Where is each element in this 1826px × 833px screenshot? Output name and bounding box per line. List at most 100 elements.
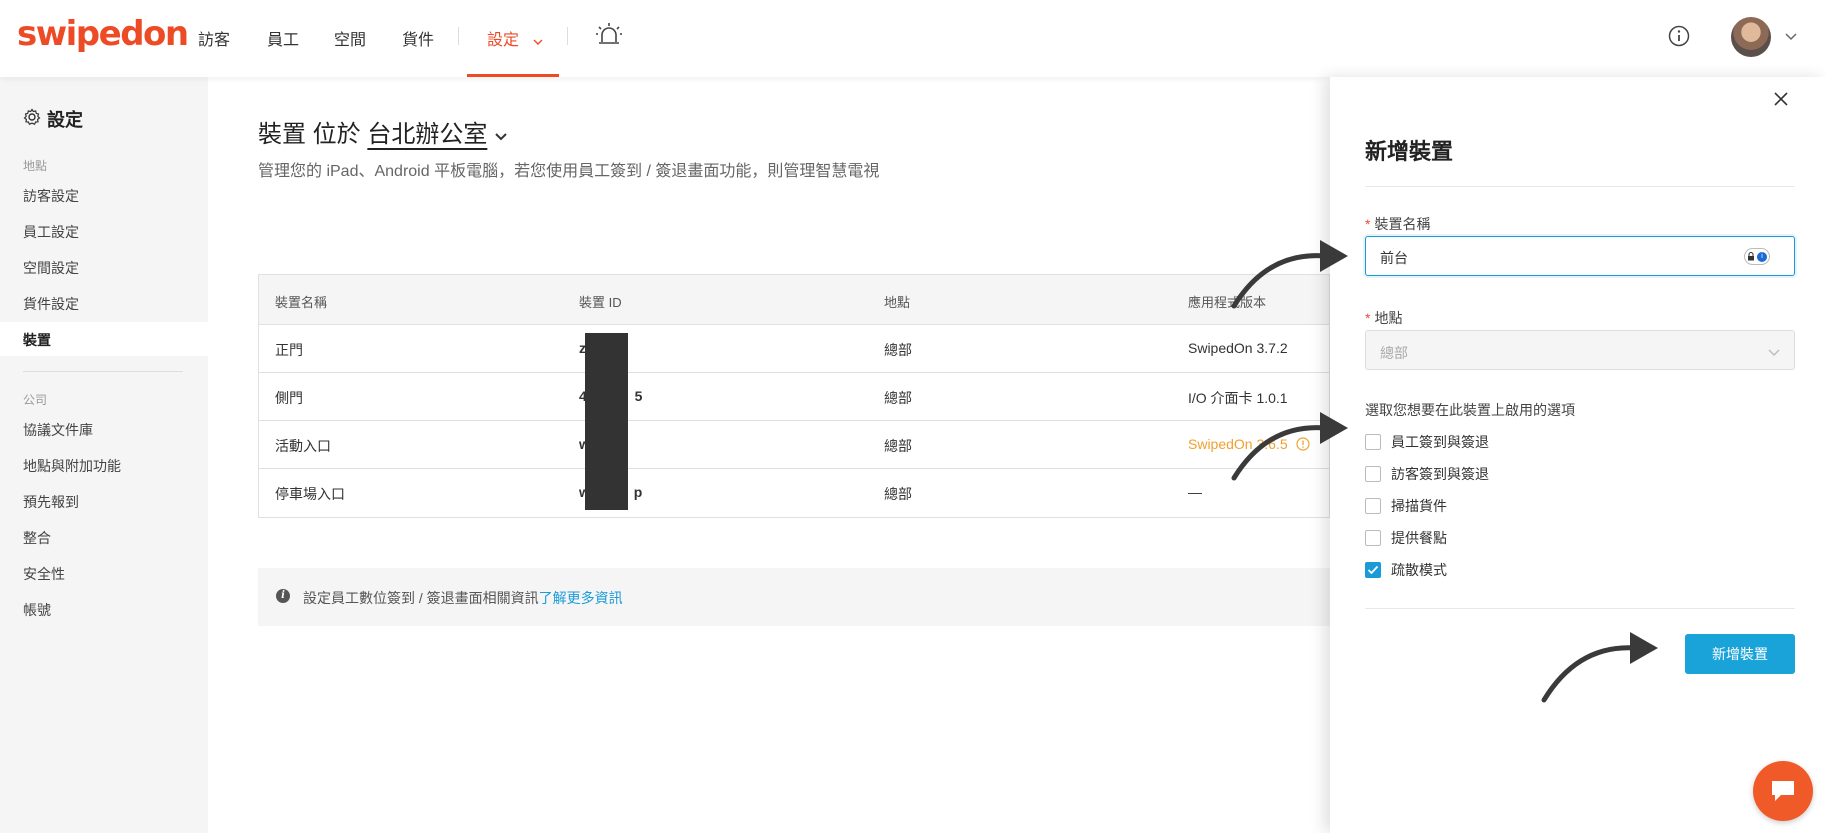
nav-settings-label: 設定 <box>487 32 520 49</box>
required-marker: * <box>1365 216 1371 232</box>
sidebar-item-employee-settings[interactable]: 員工設定 <box>23 222 79 242</box>
option-label: 訪客簽到與簽退 <box>1391 466 1489 482</box>
sidebar-item-pre-registration[interactable]: 預先報到 <box>23 492 79 512</box>
redaction-block <box>585 333 628 510</box>
sidebar-item-account[interactable]: 帳號 <box>23 600 51 620</box>
table-row[interactable]: 側門 4 5 總部 I/O 介面卡 1.0.1 <box>259 373 1329 421</box>
sidebar-divider <box>23 371 183 372</box>
swipedon-logo[interactable]: swipedon <box>17 14 189 54</box>
option-label: 掃描貨件 <box>1391 498 1447 514</box>
nav-deliveries[interactable]: 貨件 <box>402 26 434 50</box>
column-header-device-id: 裝置 ID <box>579 295 622 310</box>
table-row[interactable]: 停車場入口 w p 總部 — <box>259 469 1329 517</box>
checkbox-checked[interactable] <box>1365 562 1381 578</box>
location-cell: 總部 <box>884 390 912 406</box>
location-label: * 地點 <box>1365 308 1402 328</box>
sidebar-item-devices[interactable]: 裝置 <box>23 330 51 350</box>
add-device-button[interactable]: 新增裝置 <box>1685 634 1795 674</box>
devices-table: 裝置名稱 裝置 ID 地點 應用程式版本 正門 z 總部 SwipedOn 3.… <box>258 274 1330 518</box>
annotation-arrow <box>1228 236 1350 315</box>
drawer-divider <box>1365 608 1795 609</box>
nav-visitors[interactable]: 訪客 <box>198 26 230 50</box>
option-scan-deliveries[interactable]: 掃描貨件 <box>1365 496 1447 516</box>
device-name-label: * 裝置名稱 <box>1365 214 1430 234</box>
info-icon[interactable] <box>1668 25 1690 52</box>
option-catering[interactable]: 提供餐點 <box>1365 528 1447 548</box>
sidebar-item-integrations[interactable]: 整合 <box>23 528 51 548</box>
chevron-down-icon[interactable] <box>494 121 508 148</box>
annotation-arrow <box>1228 408 1350 487</box>
nav-divider <box>567 27 568 45</box>
location-select[interactable]: 總部 <box>1365 330 1795 370</box>
device-name-value: 前台 <box>1380 250 1408 266</box>
chevron-down-icon <box>1768 344 1780 362</box>
sidebar-title: 設定 <box>23 106 83 132</box>
option-label: 提供餐點 <box>1391 530 1447 546</box>
top-navbar: swipedon 訪客 員工 空間 貨件 設定 <box>0 0 1826 77</box>
page-description: 管理您的 iPad、Android 平板電腦，若您使用員工簽到 / 簽退畫面功能… <box>258 163 880 180</box>
device-name-cell: 停車場入口 <box>275 486 345 502</box>
location-cell: 總部 <box>884 438 912 454</box>
column-header-location: 地點 <box>884 295 911 310</box>
nav-active-underline <box>467 74 559 77</box>
close-icon[interactable] <box>1773 91 1789 112</box>
nav-spaces[interactable]: 空間 <box>334 26 366 50</box>
location-cell: 總部 <box>884 342 912 358</box>
sidebar-item-agreement-library[interactable]: 協議文件庫 <box>23 420 93 440</box>
sidebar-section-location: 地點 <box>23 159 48 173</box>
user-avatar[interactable] <box>1731 17 1771 57</box>
device-name-cell: 側門 <box>275 390 303 406</box>
option-label: 員工簽到與簽退 <box>1391 434 1489 450</box>
table-row[interactable]: 正門 z 總部 SwipedOn 3.7.2 <box>259 325 1329 373</box>
location-label-text: 地點 <box>1374 310 1403 326</box>
table-header: 裝置名稱 裝置 ID 地點 應用程式版本 <box>259 275 1329 325</box>
location-selector[interactable]: 台北辦公室 <box>367 121 487 148</box>
device-name-cell: 正門 <box>275 342 303 358</box>
sidebar-item-visitor-settings[interactable]: 訪客設定 <box>23 186 79 206</box>
info-banner-message: 設定員工數位簽到 / 簽退畫面相關資訊 <box>303 590 539 606</box>
column-header-device-name: 裝置名稱 <box>275 295 328 310</box>
option-label: 疏散模式 <box>1391 562 1447 578</box>
checkbox[interactable] <box>1365 466 1381 482</box>
app-version-cell: I/O 介面卡 1.0.1 <box>1188 390 1288 406</box>
option-visitor-sign-in[interactable]: 訪客簽到與簽退 <box>1365 464 1489 484</box>
device-name-cell: 活動入口 <box>275 438 331 454</box>
drawer-title: 新增裝置 <box>1365 139 1454 164</box>
location-select-value: 總部 <box>1380 345 1408 361</box>
gear-icon <box>23 107 41 131</box>
nav-divider <box>458 27 459 45</box>
chevron-down-icon[interactable] <box>1785 28 1797 46</box>
page-title-prefix: 裝置 位於 <box>258 121 361 148</box>
alarm-light-icon[interactable] <box>596 22 622 51</box>
device-name-label-text: 裝置名稱 <box>1374 216 1431 232</box>
sidebar-section-company: 公司 <box>23 393 48 407</box>
app-version-cell: SwipedOn 3.7.2 <box>1188 340 1288 356</box>
chat-icon[interactable] <box>1753 761 1813 821</box>
annotation-arrow <box>1538 626 1660 709</box>
drawer-divider <box>1365 186 1795 187</box>
password-manager-icon[interactable]: i <box>1744 248 1770 265</box>
app-version-cell: — <box>1188 484 1202 500</box>
learn-more-link[interactable]: 了解更多資訊 <box>539 590 623 606</box>
sidebar-item-space-settings[interactable]: 空間設定 <box>23 258 79 278</box>
page-title: 裝置 位於 台北辦公室 <box>258 114 508 149</box>
device-name-input[interactable]: 前台 i <box>1365 236 1795 276</box>
checkbox[interactable] <box>1365 498 1381 514</box>
option-employee-sign-in[interactable]: 員工簽到與簽退 <box>1365 432 1489 452</box>
option-evacuation-mode[interactable]: 疏散模式 <box>1365 560 1447 580</box>
nav-settings[interactable]: 設定 <box>487 26 543 50</box>
options-label: 選取您想要在此裝置上啟用的選項 <box>1365 402 1575 418</box>
info-icon: i <box>276 589 290 603</box>
sidebar-item-delivery-settings[interactable]: 貨件設定 <box>23 294 79 314</box>
sidebar-item-locations-addons[interactable]: 地點與附加功能 <box>23 456 121 476</box>
sidebar-item-security[interactable]: 安全性 <box>23 564 65 584</box>
add-device-drawer <box>1330 77 1826 833</box>
nav-employees[interactable]: 員工 <box>267 26 299 50</box>
checkbox[interactable] <box>1365 530 1381 546</box>
info-banner: i 設定員工數位簽到 / 簽退畫面相關資訊了解更多資訊 <box>258 568 1330 626</box>
chevron-down-icon <box>533 34 543 48</box>
sidebar-title-label: 設定 <box>47 110 83 130</box>
table-row[interactable]: 活動入口 w 總部 SwipedOn 3.6.5 <box>259 421 1329 469</box>
info-banner-text: 設定員工數位簽到 / 簽退畫面相關資訊了解更多資訊 <box>303 588 623 608</box>
checkbox[interactable] <box>1365 434 1381 450</box>
